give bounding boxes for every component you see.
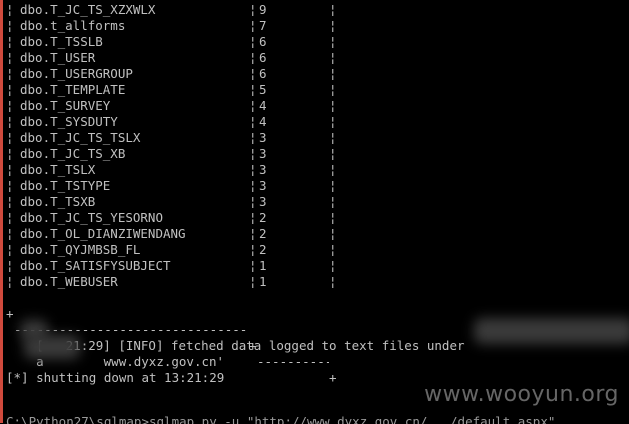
- row-left-border: ¦: [6, 194, 14, 209]
- table-name-cell: dbo.T_USERGROUP: [20, 66, 133, 81]
- row-right-border: ¦: [329, 130, 337, 145]
- watermark-text: www.wooyun.org: [424, 382, 619, 407]
- row-right-border: ¦: [329, 82, 337, 97]
- table-name-cell: dbo.T_JC_TS_XZXWLX: [20, 2, 156, 17]
- row-left-border: ¦: [6, 114, 14, 129]
- table-name-cell: dbo.T_SYSDUTY: [20, 114, 118, 129]
- row-separator: ¦: [249, 66, 257, 81]
- output-path: www.dyxz.gov.cn': [103, 354, 225, 369]
- table-name-cell: dbo.T_JC_TS_XB: [20, 146, 126, 161]
- entry-count-cell: 4: [259, 114, 267, 129]
- row-left-border: ¦: [6, 274, 14, 289]
- entry-count-cell: 1: [259, 274, 267, 289]
- entry-count-cell: 4: [259, 98, 267, 113]
- row-separator: ¦: [249, 194, 257, 209]
- redaction-blur: [474, 318, 629, 344]
- entry-count-cell: 3: [259, 162, 267, 177]
- row-left-border: ¦: [6, 178, 14, 193]
- row-right-border: ¦: [329, 66, 337, 81]
- row-separator: ¦: [249, 274, 257, 289]
- console-output: ¦ dbo.T_JC_TS_XZXWLX ¦ 9 ¦ ¦ dbo.t_allforms ¦ 7 ¦…: [6, 0, 629, 424]
- entry-count-cell: 5: [259, 82, 267, 97]
- row-right-border: ¦: [329, 226, 337, 241]
- table-name-cell: dbo.t_allforms: [20, 18, 126, 33]
- entry-count-cell: 2: [259, 210, 267, 225]
- entry-count-cell: 3: [259, 146, 267, 161]
- row-left-border: ¦: [6, 82, 14, 97]
- table-name-cell: dbo.T_USER: [20, 50, 96, 65]
- table-name-cell: dbo.T_SURVEY: [20, 98, 111, 113]
- entry-count-cell: 9: [259, 2, 267, 17]
- row-right-border: ¦: [329, 18, 337, 33]
- row-right-border: ¦: [329, 98, 337, 113]
- row-separator: ¦: [249, 114, 257, 129]
- shutdown-line: [*] shutting down at 13:21:29: [6, 370, 225, 385]
- row-separator: ¦: [249, 82, 257, 97]
- entry-count-cell: 7: [259, 18, 267, 33]
- entry-count-cell: 2: [259, 226, 267, 241]
- entry-count-cell: 3: [259, 178, 267, 193]
- row-separator: ¦: [249, 18, 257, 33]
- row-right-border: ¦: [329, 178, 337, 193]
- table-name-cell: dbo.T_TSSLB: [20, 34, 103, 49]
- row-left-border: ¦: [6, 34, 14, 49]
- row-separator: ¦: [249, 226, 257, 241]
- table-bottom-border: + --------------------------------------…: [6, 306, 337, 385]
- row-right-border: ¦: [329, 194, 337, 209]
- row-right-border: ¦: [329, 242, 337, 257]
- row-left-border: ¦: [6, 2, 14, 17]
- row-separator: ¦: [249, 98, 257, 113]
- row-left-border: ¦: [6, 66, 14, 81]
- row-right-border: ¦: [329, 2, 337, 17]
- row-left-border: ¦: [6, 226, 14, 241]
- row-left-border: ¦: [6, 98, 14, 113]
- row-separator: ¦: [249, 258, 257, 273]
- row-left-border: ¦: [6, 210, 14, 225]
- table-name-cell: dbo.T_OL_DIANZIWENDANG: [20, 226, 186, 241]
- table-name-cell: dbo.T_JC_TS_TSLX: [20, 130, 141, 145]
- table-name-cell: dbo.T_SATISFYSUBJECT: [20, 258, 171, 273]
- row-right-border: ¦: [329, 258, 337, 273]
- row-separator: ¦: [249, 130, 257, 145]
- row-left-border: ¦: [6, 242, 14, 257]
- entry-count-cell: 6: [259, 66, 267, 81]
- row-right-border: ¦: [329, 50, 337, 65]
- row-right-border: ¦: [329, 210, 337, 225]
- row-separator: ¦: [249, 242, 257, 257]
- entry-count-cell: 3: [259, 194, 267, 209]
- row-right-border: ¦: [329, 34, 337, 49]
- row-left-border: ¦: [6, 18, 14, 33]
- row-right-border: ¦: [329, 114, 337, 129]
- row-left-border: ¦: [6, 50, 14, 65]
- entry-count-cell: 1: [259, 258, 267, 273]
- entry-count-cell: 3: [259, 130, 267, 145]
- redaction-blur: [24, 335, 80, 359]
- entry-count-cell: 6: [259, 50, 267, 65]
- entry-count-cell: 2: [259, 242, 267, 257]
- entry-count-cell: 6: [259, 34, 267, 49]
- window-left-edge: [0, 0, 3, 423]
- table-name-cell: dbo.T_TEMPLATE: [20, 82, 126, 97]
- table-name-cell: dbo.T_TSLX: [20, 162, 96, 177]
- row-separator: ¦: [249, 178, 257, 193]
- row-right-border: ¦: [329, 146, 337, 161]
- row-right-border: ¦: [329, 274, 337, 289]
- row-left-border: ¦: [6, 258, 14, 273]
- row-left-border: ¦: [6, 162, 14, 177]
- row-separator: ¦: [249, 34, 257, 49]
- row-left-border: ¦: [6, 130, 14, 145]
- table-name-cell: dbo.T_JC_TS_YESORNO: [20, 210, 163, 225]
- table-name-cell: dbo.T_QYJMBSB_FL: [20, 242, 141, 257]
- row-separator: ¦: [249, 50, 257, 65]
- table-name-cell: dbo.T_TSXB: [20, 194, 96, 209]
- table-name-cell: dbo.T_TSTYPE: [20, 178, 111, 193]
- row-right-border: ¦: [329, 162, 337, 177]
- row-left-border: ¦: [6, 146, 14, 161]
- row-separator: ¦: [249, 162, 257, 177]
- table-name-cell: dbo.T_WEBUSER: [20, 274, 118, 289]
- row-separator: ¦: [249, 2, 257, 17]
- row-separator: ¦: [249, 210, 257, 225]
- row-separator: ¦: [249, 146, 257, 161]
